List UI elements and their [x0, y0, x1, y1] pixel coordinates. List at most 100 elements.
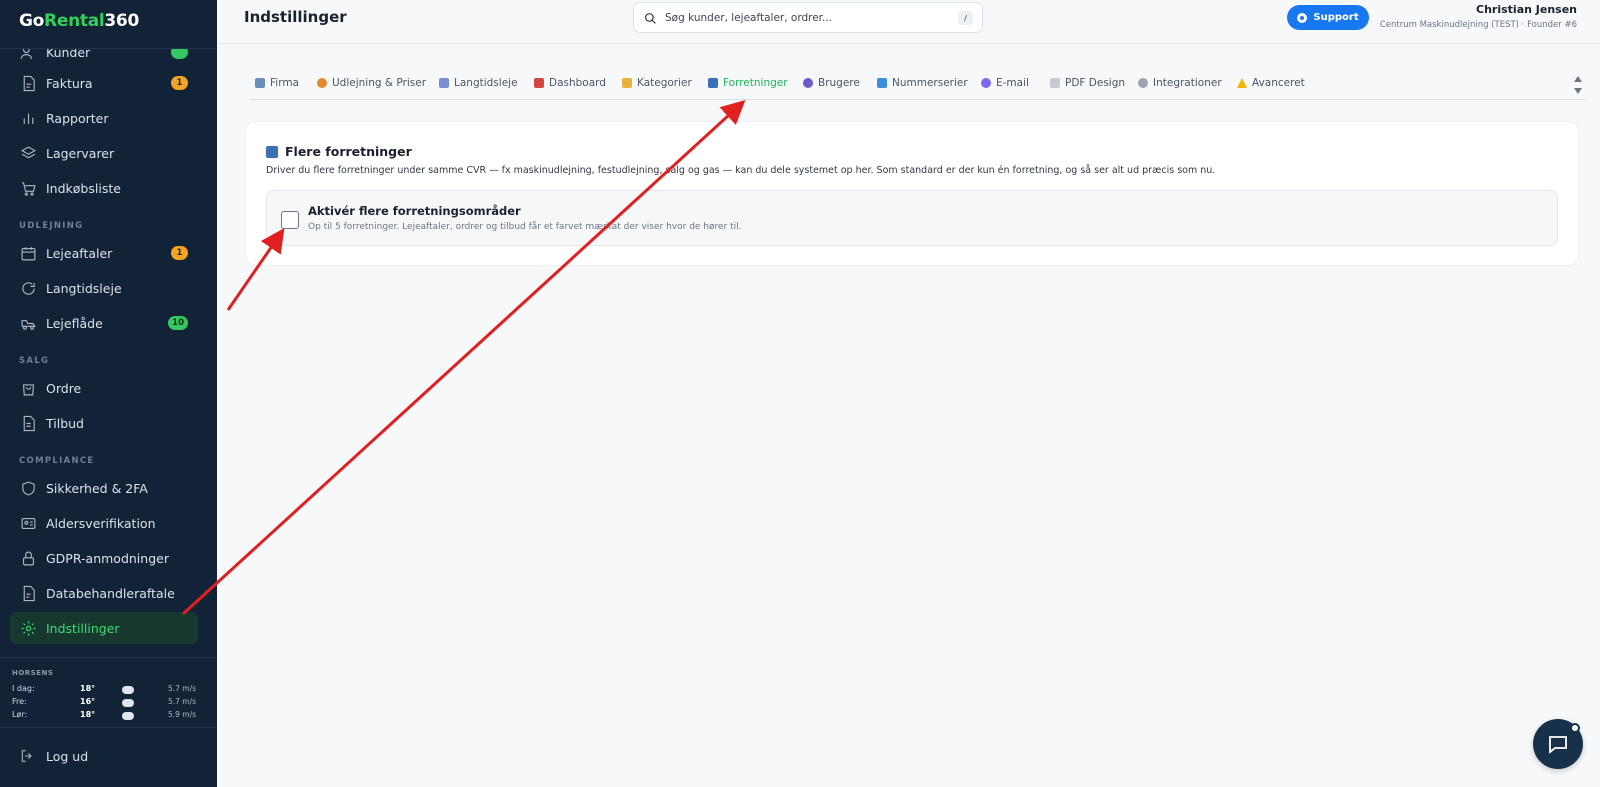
cart-icon: [19, 179, 37, 197]
sidebar-item-label: Ordre: [46, 380, 82, 396]
sidebar-item-lejeflade[interactable]: Lejeflåde 10: [10, 307, 198, 339]
count-badge: [171, 49, 188, 59]
search-placeholder: Søg kunder, lejeaftaler, ordrer...: [665, 12, 833, 24]
search-shortcut-hint: /: [958, 11, 973, 25]
weather-day: Fre:: [12, 697, 27, 706]
sidebar-item-faktura[interactable]: Faktura 1: [10, 67, 198, 99]
section-label-udlejning: UDLEJNING: [19, 221, 84, 231]
gear-icon: [19, 619, 37, 637]
users-icon: [803, 78, 813, 88]
tab-label: Dashboard: [549, 77, 606, 89]
refresh-icon: [19, 279, 37, 297]
tab-email[interactable]: E-mail: [981, 77, 1029, 89]
card-title: Flere forretninger: [266, 144, 412, 159]
weather-row: I dag: 18° 5.7 m/s: [12, 684, 207, 696]
money-bag-icon: [317, 78, 327, 88]
weather-day: I dag:: [12, 684, 35, 693]
rain-cloud-icon: [122, 712, 134, 720]
sidebar-item-label: Rapporter: [46, 110, 109, 126]
option-description: Op til 5 forretninger. Lejeaftaler, ordr…: [308, 222, 742, 232]
bar-chart-icon: [19, 109, 37, 127]
enable-multi-business-checkbox[interactable]: [281, 211, 299, 229]
logout-label: Log ud: [46, 748, 89, 764]
weather-row: Fre: 16° 5.7 m/s: [12, 697, 207, 709]
support-button[interactable]: Support: [1287, 5, 1369, 30]
divider: [0, 727, 217, 728]
users-icon: [19, 49, 37, 61]
support-label: Support: [1313, 12, 1359, 23]
user-name[interactable]: Christian Jensen: [1476, 3, 1577, 16]
bag-icon: [19, 379, 37, 397]
sidebar-item-sikkerhed[interactable]: Sikkerhed & 2FA: [10, 472, 198, 504]
sidebar-item-label: Aldersverifikation: [46, 515, 156, 531]
sidebar-item-label: Lejeflåde: [46, 315, 103, 331]
tab-kategorier[interactable]: Kategorier: [622, 77, 692, 89]
tab-forretninger[interactable]: Forretninger: [708, 77, 788, 89]
topbar: Indstillinger Søg kunder, lejeaftaler, o…: [217, 0, 1600, 44]
user-org: Centrum Maskinudlejning (TEST) · Founder…: [1379, 20, 1577, 30]
tab-brugere[interactable]: Brugere: [803, 77, 860, 89]
app-logo[interactable]: GoRental360: [19, 11, 139, 31]
count-badge: 1: [171, 246, 188, 260]
sidebar-item-lejeaftaler[interactable]: Lejeaftaler 1: [10, 237, 198, 269]
link-icon: [1138, 78, 1148, 88]
warning-icon: [1237, 78, 1247, 88]
sidebar-item-langtidsleje[interactable]: Langtidsleje: [10, 272, 198, 304]
sidebar-nav: Kunder Faktura 1 Rapporter Lagervarer In…: [0, 49, 217, 649]
sidebar-item-lagervarer[interactable]: Lagervarer: [10, 137, 198, 169]
tab-nummerserier[interactable]: Nummerserier: [877, 77, 968, 89]
sidebar-item-indkobsliste[interactable]: Indkøbsliste: [10, 172, 198, 204]
truck-icon: [19, 314, 37, 332]
store-icon: [708, 78, 718, 88]
sidebar-item-indstillinger[interactable]: Indstillinger: [10, 612, 198, 644]
store-icon: [266, 145, 278, 158]
chat-icon: [1549, 736, 1567, 754]
sidebar-item-rapporter[interactable]: Rapporter: [10, 102, 198, 134]
pdf-icon: [1050, 78, 1060, 88]
sidebar-item-gdpr[interactable]: GDPR-anmodninger: [10, 542, 198, 574]
tab-label: Integrationer: [1153, 77, 1222, 89]
weather-row: Lør: 18° 5.9 m/s: [12, 710, 207, 722]
search-icon: [645, 13, 656, 24]
tab-integrationer[interactable]: Integrationer: [1138, 77, 1222, 89]
sidebar-item-label: Lagervarer: [46, 145, 115, 161]
tab-label: Brugere: [818, 77, 860, 89]
weather-wind: 5.7 m/s: [168, 684, 197, 693]
calendar-icon: [439, 78, 449, 88]
chart-icon: [534, 78, 544, 88]
tab-label: Udlejning & Priser: [332, 77, 427, 89]
card-title-text: Flere forretninger: [285, 144, 412, 159]
settings-card-forretninger: Flere forretninger Driver du flere forre…: [245, 121, 1579, 266]
settings-tabs: Firma Udlejning & Priser Langtidsleje Da…: [249, 73, 1585, 100]
weather-wind: 5.7 m/s: [168, 697, 197, 706]
sidebar-item-label: Indkøbsliste: [46, 180, 121, 196]
sidebar-item-kunder[interactable]: Kunder: [10, 49, 198, 68]
tab-label: Nummerserier: [892, 77, 968, 89]
id-card-icon: [19, 514, 37, 532]
sidebar-item-databehandleraftale[interactable]: Databehandleraftale: [10, 577, 198, 609]
sidebar-item-label: Indstillinger: [46, 620, 120, 636]
calendar-icon: [19, 244, 37, 262]
support-icon: [1297, 12, 1308, 23]
email-icon: [981, 78, 991, 88]
tab-pdf-design[interactable]: PDF Design: [1050, 77, 1125, 89]
search-input[interactable]: Søg kunder, lejeaftaler, ordrer... /: [633, 2, 983, 33]
sidebar-item-label: Langtidsleje: [46, 280, 122, 296]
sidebar-item-aldersverifikation[interactable]: Aldersverifikation: [10, 507, 198, 539]
annotation-arrows: [181, 99, 746, 616]
card-description: Driver du flere forretninger under samme…: [266, 165, 1216, 176]
weather-wind: 5.9 m/s: [168, 710, 197, 719]
tab-dashboard[interactable]: Dashboard: [534, 77, 606, 89]
sidebar-item-ordre[interactable]: Ordre: [10, 372, 198, 404]
tab-avanceret[interactable]: Avanceret: [1237, 77, 1305, 89]
tab-langtidsleje[interactable]: Langtidsleje: [439, 77, 518, 89]
tab-firma[interactable]: Firma: [255, 77, 299, 89]
tab-label: PDF Design: [1065, 77, 1126, 89]
rain-cloud-icon: [122, 699, 134, 707]
tab-udlejning-priser[interactable]: Udlejning & Priser: [317, 77, 426, 89]
multi-business-option[interactable]: Aktivér flere forretningsområder Op til …: [266, 190, 1558, 246]
sidebar-item-tilbud[interactable]: Tilbud: [10, 407, 198, 439]
logout-button[interactable]: Log ud: [19, 748, 88, 764]
tabs-scroll-control[interactable]: [1573, 76, 1583, 96]
tab-label: Avanceret: [1252, 77, 1305, 89]
